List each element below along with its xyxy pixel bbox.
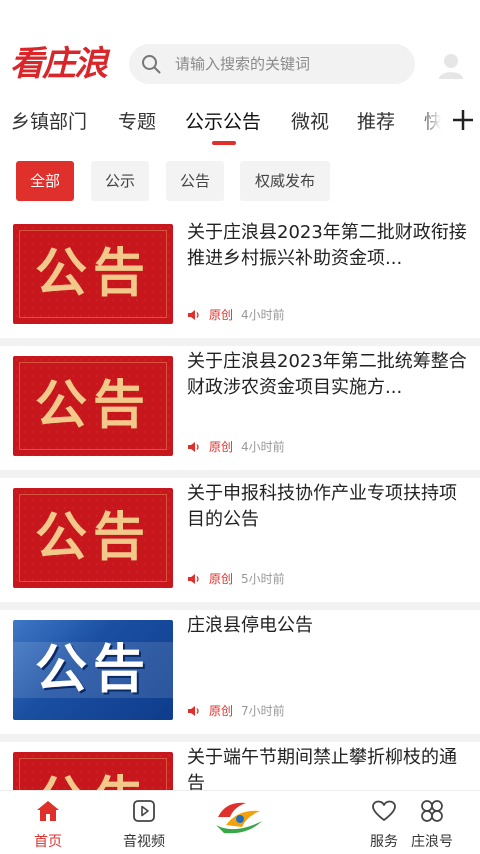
filter-publicity[interactable]: 公示 [91,161,149,201]
speaker-icon[interactable] [187,308,201,322]
active-tab-indicator [212,141,236,145]
filter-chips: 全部 公示 公告 权威发布 [0,148,480,210]
nav-home[interactable]: 首页 [0,791,96,854]
category-tabs: 乡镇部门 专题 公示公告 微视 推荐 快讯 [0,100,480,148]
clover-icon [421,800,443,822]
nav-zhuanglang-account[interactable]: 庄浪号 [384,791,480,854]
thumbnail-text: 公告 [13,752,173,790]
tab-topics[interactable]: 专题 [118,100,156,144]
news-source: 原创 [209,308,234,322]
news-item[interactable]: 公告 庄浪县停电公告 原创 7小时前 [0,610,480,734]
tab-micro-video[interactable]: 微视 [291,100,329,144]
tab-announcements[interactable]: 公示公告 [185,100,261,144]
thumbnail-text: 公告 [34,507,151,568]
news-item[interactable]: 公告 关于申报科技协作产业专项扶持项目的公告 原创 5小时前 [0,478,480,602]
news-thumbnail: 公告 [13,356,173,456]
nav-label: 庄浪号 [411,834,453,850]
app-logo[interactable]: 看庄浪 [10,42,108,86]
news-source: 原创 [209,572,234,586]
news-time: 4小时前 [241,440,285,454]
news-thumbnail: 公告 [13,488,173,588]
tab-towns-departments[interactable]: 乡镇部门 [11,100,87,144]
nav-audio-video[interactable]: 音视频 [96,791,192,854]
app-header: 看庄浪 请输入搜索的关键词 [0,0,480,100]
news-thumbnail: 公告 [13,752,173,790]
search-placeholder: 请输入搜索的关键词 [175,55,311,73]
speaker-icon[interactable] [187,572,201,586]
news-thumbnail: 公告 [13,224,173,324]
home-icon [37,801,59,821]
filter-all[interactable]: 全部 [16,161,74,201]
thumbnail-text: 公告 [34,640,151,700]
thumbnail-text: 公告 [34,375,151,436]
news-title: 关于庄浪县2023年第二批财政衔接推进乡村振兴补助资金项... [187,222,467,269]
news-meta: 原创 5小时前 [187,570,285,588]
search-bar[interactable]: 请输入搜索的关键词 [129,44,415,84]
divider [0,602,480,610]
news-meta: 原创 7小时前 [187,702,285,720]
app-logo-icon[interactable] [212,795,268,835]
news-item[interactable]: 公告 关于庄浪县2023年第二批统筹整合财政涉农资金项目实施方... 原创 4小时… [0,346,480,470]
filter-notice[interactable]: 公告 [166,161,224,201]
plus-icon[interactable] [451,108,475,132]
news-source: 原创 [209,704,234,718]
news-time: 7小时前 [241,704,285,718]
news-meta: 原创 4小时前 [187,306,285,324]
news-time: 5小时前 [241,572,285,586]
speaker-icon[interactable] [187,440,201,454]
speaker-icon[interactable] [187,704,201,718]
nav-label: 首页 [34,834,62,850]
divider [0,338,480,346]
news-title: 关于申报科技协作产业专项扶持项目的公告 [187,483,457,530]
user-avatar-icon[interactable] [438,52,464,80]
news-meta: 原创 4小时前 [187,438,285,456]
filter-authoritative[interactable]: 权威发布 [240,161,330,201]
news-title: 庄浪县停电公告 [187,615,313,636]
news-thumbnail: 公告 [13,620,173,720]
play-icon [133,800,155,822]
tab-recommended[interactable]: 推荐 [357,100,395,144]
news-item[interactable]: 公告 关于庄浪县2023年第二批财政衔接推进乡村振兴补助资金项... 原创 4小时… [0,210,480,340]
divider [0,734,480,742]
news-title: 关于庄浪县2023年第二批统筹整合财政涉农资金项目实施方... [187,351,467,398]
nav-label: 音视频 [123,834,165,850]
divider [0,470,480,478]
search-icon [142,55,161,74]
news-source: 原创 [209,440,234,454]
thumbnail-text: 公告 [34,243,151,304]
news-time: 4小时前 [241,308,285,322]
